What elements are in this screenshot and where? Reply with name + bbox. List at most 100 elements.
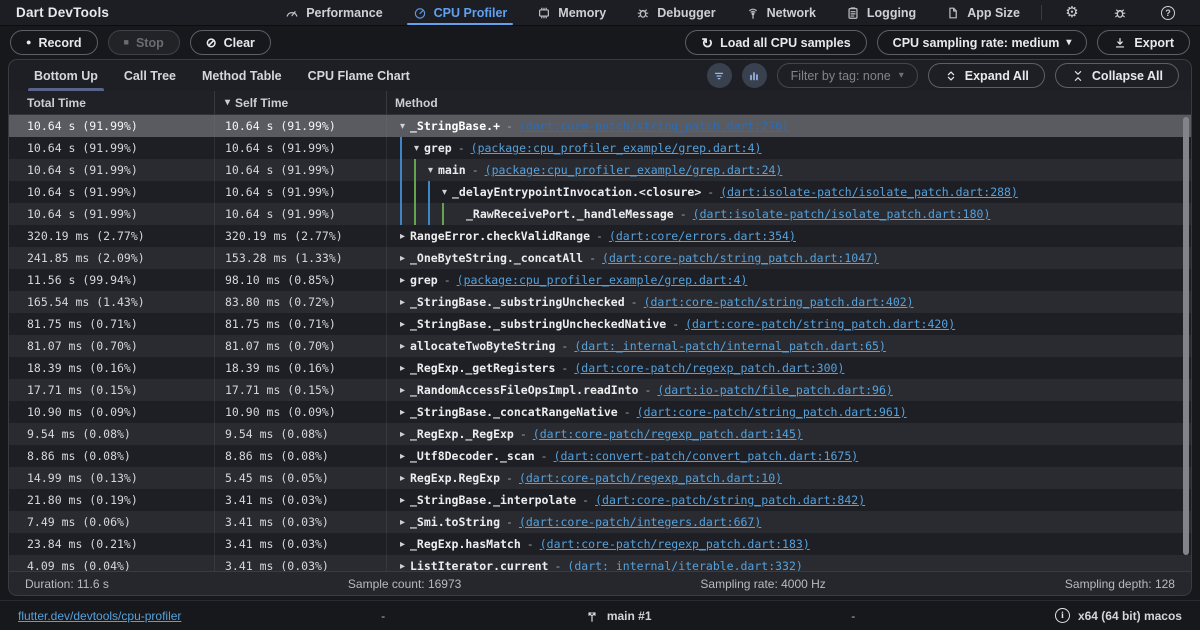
table-row[interactable]: 10.64 s (91.99%)10.64 s (91.99%)▾grep-(p… bbox=[9, 137, 1191, 159]
table-row[interactable]: 23.84 ms (0.21%)3.41 ms (0.03%)▸_RegExp.… bbox=[9, 533, 1191, 555]
table-row[interactable]: 10.64 s (91.99%)10.64 s (91.99%)_RawRece… bbox=[9, 203, 1191, 225]
expand-caret-icon[interactable]: ▸ bbox=[395, 407, 410, 418]
method-separator: - bbox=[672, 317, 679, 331]
source-link[interactable]: (dart:core-patch/integers.dart:667) bbox=[519, 515, 761, 529]
expand-caret-icon[interactable]: ▸ bbox=[395, 385, 410, 396]
source-link[interactable]: (dart:io-patch/file_patch.dart:96) bbox=[657, 383, 892, 397]
chart-options-button[interactable] bbox=[742, 63, 767, 88]
vertical-scrollbar[interactable] bbox=[1183, 117, 1189, 555]
nav-tab-performance[interactable]: Performance bbox=[270, 0, 397, 25]
tab-cpu-flame-chart[interactable]: CPU Flame Chart bbox=[295, 60, 423, 91]
method-column-header[interactable]: Method bbox=[386, 91, 1191, 114]
source-link[interactable]: (dart:_internal-patch/internal_patch.dar… bbox=[574, 339, 886, 353]
expand-caret-icon[interactable]: ▸ bbox=[395, 319, 410, 330]
table-row[interactable]: 81.07 ms (0.70%)81.07 ms (0.70%)▸allocat… bbox=[9, 335, 1191, 357]
report-bug-button[interactable] bbox=[1096, 6, 1144, 20]
expand-caret-icon[interactable]: ▸ bbox=[395, 341, 410, 352]
stop-button[interactable]: ■ Stop bbox=[108, 30, 180, 55]
export-button[interactable]: Export bbox=[1097, 30, 1190, 55]
table-row[interactable]: 10.64 s (91.99%)10.64 s (91.99%)▾_delayE… bbox=[9, 181, 1191, 203]
expand-all-button[interactable]: Expand All bbox=[928, 63, 1045, 88]
expand-caret-icon[interactable]: ▸ bbox=[395, 253, 410, 264]
table-row[interactable]: 14.99 ms (0.13%)5.45 ms (0.05%)▸RegExp.R… bbox=[9, 467, 1191, 489]
collapse-caret-icon[interactable]: ▾ bbox=[395, 121, 410, 132]
nav-tab-app-size[interactable]: App Size bbox=[931, 0, 1035, 25]
table-row[interactable]: 10.90 ms (0.09%)10.90 ms (0.09%)▸_String… bbox=[9, 401, 1191, 423]
source-link[interactable]: (dart:core-patch/regexp_patch.dart:183) bbox=[540, 537, 810, 551]
table-row[interactable]: 165.54 ms (1.43%)83.80 ms (0.72%)▸_Strin… bbox=[9, 291, 1191, 313]
table-row[interactable]: 21.80 ms (0.19%)3.41 ms (0.03%)▸_StringB… bbox=[9, 489, 1191, 511]
total-time-column-header[interactable]: Total Time bbox=[9, 91, 214, 114]
table-row[interactable]: 241.85 ms (2.09%)153.28 ms (1.33%)▸_OneB… bbox=[9, 247, 1191, 269]
source-link[interactable]: (package:cpu_profiler_example/grep.dart:… bbox=[457, 273, 748, 287]
table-row[interactable]: 18.39 ms (0.16%)18.39 ms (0.16%)▸_RegExp… bbox=[9, 357, 1191, 379]
source-link[interactable]: (dart:isolate-patch/isolate_patch.dart:2… bbox=[720, 185, 1018, 199]
display-options-button[interactable] bbox=[707, 63, 732, 88]
tab-bottom-up[interactable]: Bottom Up bbox=[21, 60, 111, 91]
filter-by-tag-dropdown[interactable]: Filter by tag: none ▾ bbox=[777, 63, 918, 88]
expand-caret-icon[interactable]: ▸ bbox=[395, 363, 410, 374]
table-row[interactable]: 10.64 s (91.99%)10.64 s (91.99%)▾main-(p… bbox=[9, 159, 1191, 181]
table-row[interactable]: 11.56 s (99.94%)98.10 ms (0.85%)▸grep-(p… bbox=[9, 269, 1191, 291]
source-link[interactable]: (dart:core-patch/regexp_patch.dart:10) bbox=[519, 471, 782, 485]
collapse-caret-icon[interactable]: ▾ bbox=[437, 187, 452, 198]
nav-tab-memory[interactable]: Memory bbox=[522, 0, 621, 25]
load-all-cpu-samples-button[interactable]: ↻ Load all CPU samples bbox=[685, 30, 866, 55]
expand-caret-icon[interactable]: ▸ bbox=[395, 539, 410, 550]
clear-button[interactable]: ⊘ Clear bbox=[190, 30, 271, 55]
expand-caret-icon[interactable]: ▸ bbox=[395, 517, 410, 528]
source-link[interactable]: (dart:core-patch/regexp_patch.dart:300) bbox=[574, 361, 844, 375]
table-row[interactable]: 7.49 ms (0.06%)3.41 ms (0.03%)▸_Smi.toSt… bbox=[9, 511, 1191, 533]
source-link[interactable]: (dart:core-patch/string_patch.dart:276) bbox=[519, 119, 789, 133]
table-row[interactable]: 4.09 ms (0.04%)3.41 ms (0.03%)▸ListItera… bbox=[9, 555, 1191, 571]
source-link[interactable]: (dart:core-patch/string_patch.dart:1047) bbox=[602, 251, 879, 265]
nav-tab-debugger[interactable]: Debugger bbox=[621, 0, 730, 25]
source-link[interactable]: (dart:core-patch/string_patch.dart:420) bbox=[685, 317, 955, 331]
method-cell: ▸_Smi.toString-(dart:core-patch/integers… bbox=[386, 511, 1191, 533]
source-link[interactable]: (package:cpu_profiler_example/grep.dart:… bbox=[471, 141, 762, 155]
table-row[interactable]: 81.75 ms (0.71%)81.75 ms (0.71%)▸_String… bbox=[9, 313, 1191, 335]
source-link[interactable]: (dart:core-patch/string_patch.dart:842) bbox=[595, 493, 865, 507]
collapse-caret-icon[interactable]: ▾ bbox=[409, 143, 424, 154]
record-button[interactable]: ● Record bbox=[10, 30, 98, 55]
expand-caret-icon[interactable]: ▸ bbox=[395, 275, 410, 286]
source-link[interactable]: (dart:convert-patch/convert_patch.dart:1… bbox=[554, 449, 859, 463]
source-link[interactable]: (dart:core-patch/string_patch.dart:961) bbox=[637, 405, 907, 419]
source-link[interactable]: (dart:core-patch/regexp_patch.dart:145) bbox=[533, 427, 803, 441]
source-link[interactable]: (dart:isolate-patch/isolate_patch.dart:1… bbox=[693, 207, 991, 221]
expand-caret-icon[interactable]: ▸ bbox=[395, 231, 410, 242]
source-link[interactable]: (dart:core/errors.dart:354) bbox=[609, 229, 796, 243]
source-link[interactable]: (dart:core-patch/string_patch.dart:402) bbox=[644, 295, 914, 309]
help-button[interactable]: ? bbox=[1144, 6, 1192, 20]
chevron-down-icon: ▾ bbox=[1066, 38, 1071, 48]
source-link[interactable]: (package:cpu_profiler_example/grep.dart:… bbox=[485, 163, 783, 177]
table-row[interactable]: 320.19 ms (2.77%)320.19 ms (2.77%)▸Range… bbox=[9, 225, 1191, 247]
isolate-selector[interactable]: main #1 bbox=[585, 609, 652, 623]
settings-button[interactable]: ⚙ bbox=[1048, 5, 1096, 20]
expand-caret-icon[interactable]: ▸ bbox=[395, 495, 410, 506]
tab-method-table[interactable]: Method Table bbox=[189, 60, 295, 91]
cpu-sampling-rate-dropdown[interactable]: CPU sampling rate: medium ▾ bbox=[877, 30, 1088, 55]
self-time-column-header[interactable]: ▾ Self Time bbox=[214, 91, 386, 114]
tab-call-tree[interactable]: Call Tree bbox=[111, 60, 189, 91]
table-row[interactable]: 17.71 ms (0.15%)17.71 ms (0.15%)▸_Random… bbox=[9, 379, 1191, 401]
expand-caret-icon[interactable]: ▸ bbox=[395, 561, 410, 572]
expand-caret-icon[interactable]: ▸ bbox=[395, 473, 410, 484]
documentation-link[interactable]: flutter.dev/devtools/cpu-profiler bbox=[18, 609, 181, 623]
tree-indent-guide bbox=[409, 181, 423, 203]
table-row[interactable]: 8.86 ms (0.08%)8.86 ms (0.08%)▸_Utf8Deco… bbox=[9, 445, 1191, 467]
source-link[interactable]: (dart:_internal/iterable.dart:332) bbox=[567, 559, 802, 571]
expand-caret-icon[interactable]: ▸ bbox=[395, 429, 410, 440]
table-row[interactable]: 9.54 ms (0.08%)9.54 ms (0.08%)▸_RegExp._… bbox=[9, 423, 1191, 445]
collapse-all-button[interactable]: Collapse All bbox=[1055, 63, 1179, 88]
nav-tab-network[interactable]: Network bbox=[731, 0, 831, 25]
table-row[interactable]: 10.64 s (91.99%)10.64 s (91.99%)▾_String… bbox=[9, 115, 1191, 137]
nav-tab-cpu-profiler[interactable]: CPU Profiler bbox=[398, 0, 523, 25]
method-separator: - bbox=[506, 471, 513, 485]
method-name: _Smi.toString bbox=[410, 515, 500, 529]
expand-caret-icon[interactable]: ▸ bbox=[395, 297, 410, 308]
collapse-caret-icon[interactable]: ▾ bbox=[423, 165, 438, 176]
nav-tab-logging[interactable]: Logging bbox=[831, 0, 931, 25]
total-time-cell: 81.75 ms (0.71%) bbox=[9, 313, 214, 335]
expand-caret-icon[interactable]: ▸ bbox=[395, 451, 410, 462]
